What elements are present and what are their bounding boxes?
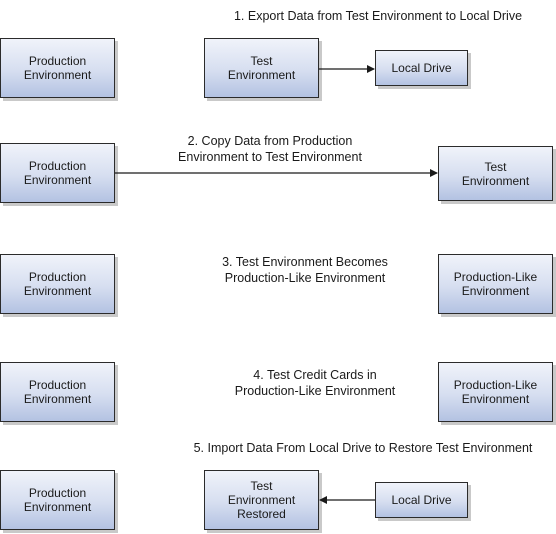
connector-layer <box>115 65 438 504</box>
